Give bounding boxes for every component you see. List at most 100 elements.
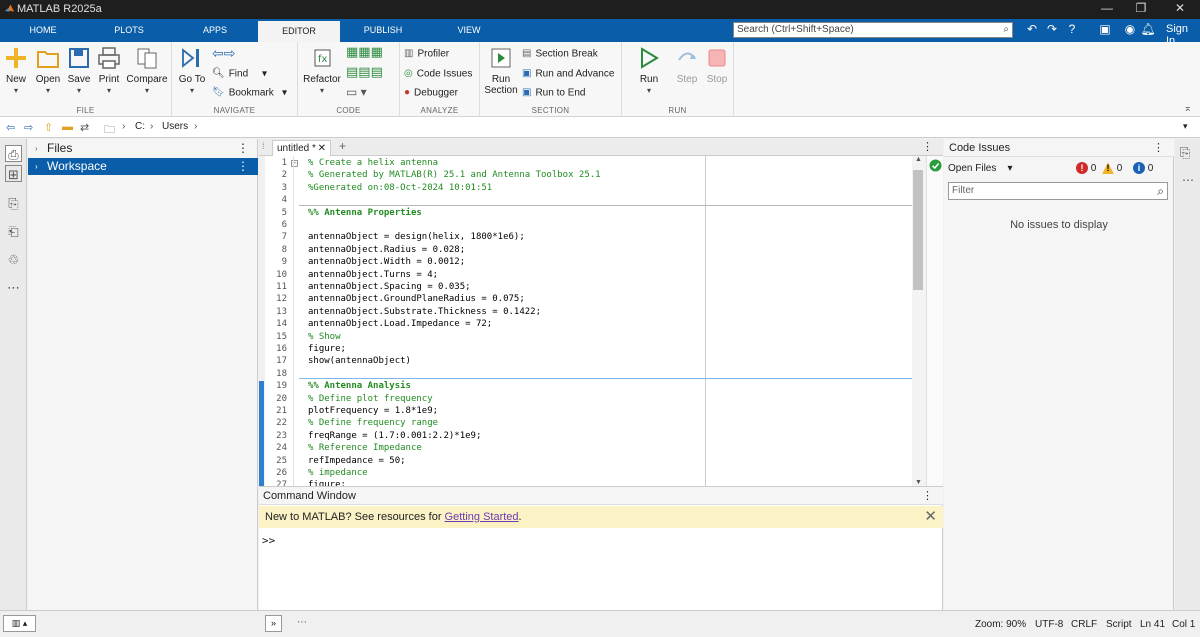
path-folder[interactable]: Users <box>162 121 188 132</box>
comment-icons[interactable]: ▦▦▦ <box>346 44 383 60</box>
editor-menu-icon[interactable]: ⋮ <box>922 140 933 153</box>
files-menu-icon[interactable]: ⋮ <box>237 140 249 157</box>
undo-icon[interactable]: ↶ <box>1024 22 1040 36</box>
debugger-button[interactable]: ● Debugger <box>404 85 458 101</box>
panel-layout-icon[interactable]: ▥ ▴ <box>3 615 36 632</box>
back-forward-arrows-icon[interactable]: ⇦⇨ <box>212 45 235 61</box>
profiler-button[interactable]: ▥ Profiler <box>404 46 449 62</box>
workspace-menu-icon[interactable]: ⋮ <box>237 158 249 175</box>
code-line[interactable]: 20 % Define plot frequency <box>265 393 912 405</box>
tab-apps[interactable]: APPS <box>172 19 258 42</box>
code-line[interactable]: 21 plotFrequency = 1.8*1e9; <box>265 405 912 417</box>
command-prompt[interactable]: >> <box>262 534 275 547</box>
section-break-button[interactable]: ▤ Section Break <box>522 46 598 62</box>
code-issues-menu-icon[interactable]: ⋮ <box>1153 139 1164 157</box>
notification-bell-icon[interactable]: 🔔︎ <box>1140 22 1156 36</box>
error-count[interactable]: ! 0 <box>1076 161 1096 177</box>
info-count[interactable]: i 0 <box>1133 161 1153 177</box>
open-button[interactable]: Open ▾ <box>34 46 62 95</box>
code-line[interactable]: 17 show(antennaObject) <box>265 355 912 367</box>
code-line[interactable]: 10 antennaObject.Turns = 4; <box>265 269 912 281</box>
step-button[interactable]: Step <box>674 46 700 85</box>
find-button[interactable]: 🔍︎ Find ▾ <box>212 66 267 82</box>
workspace-panel-header[interactable]: › Workspace ⋮ <box>28 158 258 175</box>
save-button[interactable]: Save ▾ <box>67 46 91 95</box>
more-side-icon[interactable]: ⋯ <box>1182 173 1194 187</box>
code-line[interactable]: 9 antennaObject.Width = 0.0012; <box>265 256 912 268</box>
warning-count[interactable]: ! 0 <box>1102 161 1122 177</box>
code-line[interactable]: 1−% Create a helix antenna <box>265 157 912 169</box>
no-issues-check-icon[interactable] <box>929 159 942 172</box>
search-input[interactable]: Search (Ctrl+Shift+Space) ⌕ <box>733 22 1013 38</box>
close-banner-icon[interactable]: ✕ <box>924 506 937 528</box>
more-icon[interactable]: ⋯ <box>5 279 22 296</box>
code-line[interactable]: 12 antennaObject.GroundPlaneRadius = 0.07… <box>265 293 912 305</box>
code-line[interactable]: 5 %% Antenna Properties <box>265 207 912 219</box>
nav-forward-icon[interactable]: ⇨ <box>24 121 33 134</box>
code-line[interactable]: 8 antennaObject.Radius = 0.028; <box>265 244 912 256</box>
code-line[interactable]: 23 freqRange = (1.7:0.001:2.2)*1e9; <box>265 430 912 442</box>
code-line[interactable]: 7 antennaObject = design(helix, 1800*1e6)… <box>265 231 912 243</box>
code-line[interactable]: 25 refImpedance = 50; <box>265 455 912 467</box>
up-folder-icon[interactable]: ⇧ <box>44 121 53 134</box>
code-line[interactable]: 2 % Generated by MATLAB(R) 25.1 and Anten… <box>265 169 912 181</box>
code-line[interactable]: 6 <box>265 219 912 231</box>
filter-input[interactable]: Filter ⌕ <box>948 182 1168 200</box>
scope-dropdown[interactable]: Open Files ▾ <box>948 163 1013 174</box>
file-type[interactable]: Script <box>1106 619 1132 630</box>
compare-button[interactable]: Compare ▾ <box>126 46 168 95</box>
save-quick-icon[interactable]: ▣ <box>1097 22 1113 36</box>
code-line[interactable]: 3 %Generated on:08-Oct-2024 10:01:51 <box>265 182 912 194</box>
files-panel-icon[interactable]: ⎙ <box>5 145 22 162</box>
code-line[interactable]: 11 antennaObject.Spacing = 0.035; <box>265 281 912 293</box>
code-issues-button[interactable]: ◎ Code Issues <box>404 66 472 82</box>
scroll-up-icon[interactable]: ▲ <box>915 156 922 163</box>
zoom-level[interactable]: Zoom: 90% <box>975 619 1026 630</box>
print-button[interactable]: Print ▾ <box>96 46 122 95</box>
close-window-icon[interactable]: ✕ <box>1165 1 1195 15</box>
code-line[interactable]: 15 % Show <box>265 331 912 343</box>
code-line[interactable]: 27 figure; <box>265 479 912 486</box>
code-line[interactable]: 26 % impedance <box>265 467 912 479</box>
indent-icons[interactable]: ▤▤▤ <box>346 64 383 80</box>
address-dropdown-icon[interactable]: ▾ <box>1183 121 1188 132</box>
restore-icon[interactable]: ❐ <box>1126 1 1156 15</box>
editor-scroll-thumb[interactable] <box>913 170 923 290</box>
tab-editor[interactable]: EDITOR <box>258 21 340 42</box>
code-issues-side-icon[interactable]: ⎘ <box>1180 145 1190 161</box>
code-line[interactable]: 13 antennaObject.Substrate.Thickness = 0.… <box>265 306 912 318</box>
smart-indent-icon[interactable]: ▭ ▾ <box>346 84 367 100</box>
code-line[interactable]: 24 % Reference Impedance <box>265 442 912 454</box>
stop-button[interactable]: Stop <box>704 46 730 85</box>
tab-home[interactable]: HOME <box>0 19 86 42</box>
command-window-menu-icon[interactable]: ⋮ <box>922 487 933 505</box>
line-ending[interactable]: CRLF <box>1071 619 1097 630</box>
run-to-end-button[interactable]: ▣ Run to End <box>522 85 586 101</box>
run-button[interactable]: Run ▾ <box>636 46 662 95</box>
collapse-toolstrip-icon[interactable]: ⌅ <box>1184 103 1192 114</box>
path-drive[interactable]: C: <box>135 121 145 132</box>
command-history-icon[interactable]: » <box>265 615 282 632</box>
community-icon[interactable]: ◉ <box>1122 22 1138 36</box>
minimize-icon[interactable]: — <box>1092 1 1122 15</box>
browse-folder-icon[interactable]: ▬ <box>62 121 73 133</box>
scroll-down-icon[interactable]: ▼ <box>915 479 922 486</box>
code-line[interactable]: 19 %% Antenna Analysis <box>265 380 912 392</box>
refactor-button[interactable]: fx Refactor ▾ <box>303 46 341 95</box>
new-tab-icon[interactable]: + <box>339 139 346 153</box>
add-ons-icon[interactable]: ♲ <box>5 251 22 268</box>
getting-started-link[interactable]: Getting Started <box>445 511 519 523</box>
tab-publish[interactable]: PUBLISH <box>340 19 426 42</box>
code-line[interactable]: 16 figure; <box>265 343 912 355</box>
code-line[interactable]: 22 % Define frequency range <box>265 417 912 429</box>
run-and-advance-button[interactable]: ▣ Run and Advance <box>522 66 614 82</box>
goto-button[interactable]: Go To ▾ <box>177 46 207 95</box>
history-icon[interactable]: ⎘ <box>5 195 22 212</box>
refresh-icon[interactable]: ⇄ <box>80 121 89 134</box>
nav-back-icon[interactable]: ⇦ <box>6 121 15 134</box>
new-button[interactable]: New ▾ <box>4 46 28 95</box>
workspace-panel-icon[interactable]: ⊞ <box>5 165 22 182</box>
redo-icon[interactable]: ↷ <box>1044 22 1060 36</box>
more-status-icon[interactable]: ⋯ <box>297 617 307 628</box>
run-section-button[interactable]: Run Section <box>484 46 518 96</box>
